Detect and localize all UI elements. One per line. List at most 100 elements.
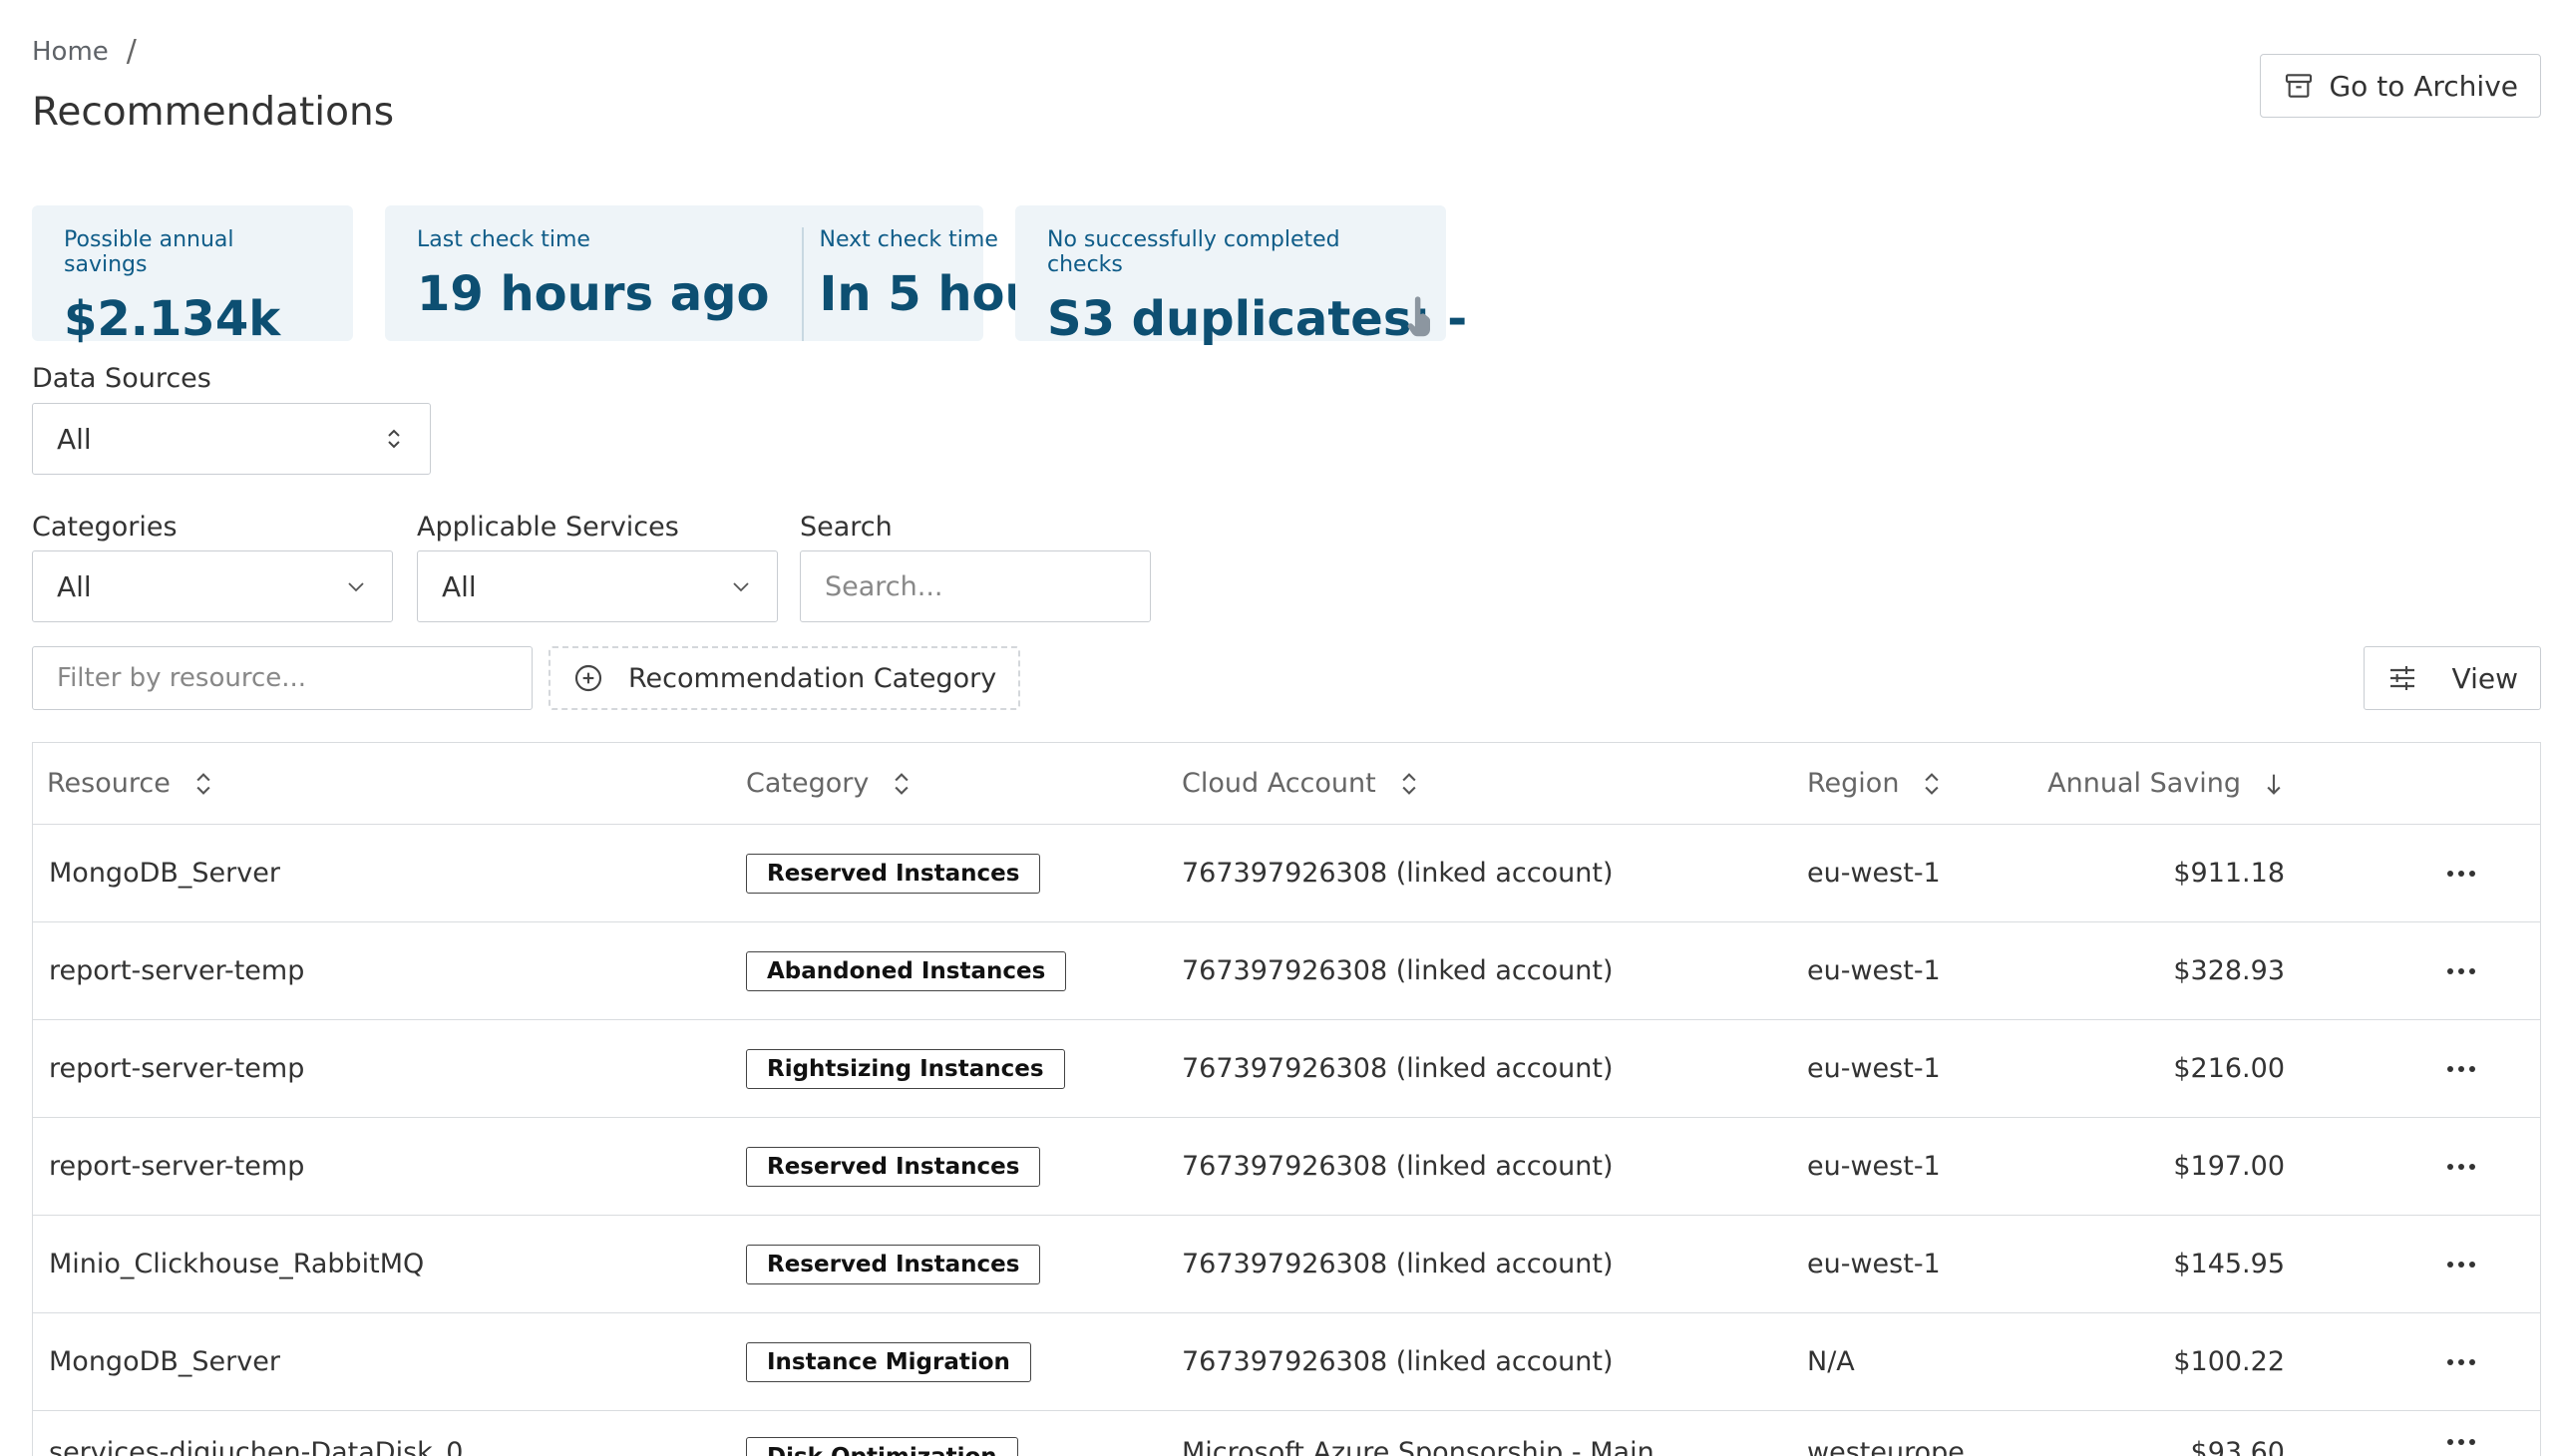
plus-circle-icon	[574, 664, 602, 692]
data-sources-label: Data Sources	[32, 363, 211, 394]
categories-select[interactable]: All	[32, 550, 393, 622]
more-actions-icon[interactable]	[2444, 869, 2478, 879]
page-title: Recommendations	[32, 90, 395, 135]
annual-saving-cell: $328.93	[2173, 955, 2285, 986]
data-sources-select[interactable]: All	[32, 403, 431, 475]
summary-cards: Possible annual savings $2.134k Last che…	[32, 205, 1467, 347]
table-row[interactable]: MongoDB_Server Instance Migration 767397…	[33, 1313, 2540, 1411]
savings-value: $2.134k	[64, 291, 281, 347]
table-header: Resource Category Cloud Account Region A…	[33, 743, 2540, 825]
recommendation-category-filter-button[interactable]: Recommendation Category	[548, 646, 1021, 710]
category-badge: Reserved Instances	[746, 853, 1041, 894]
region-cell: eu-west-1	[1807, 858, 1941, 889]
category-badge: Reserved Instances	[746, 1146, 1041, 1187]
annual-saving-column-header[interactable]: Annual Saving	[2047, 768, 2285, 799]
recommendation-category-label: Recommendation Category	[628, 662, 997, 694]
table-row[interactable]: report-server-temp Reserved Instances 76…	[33, 1118, 2540, 1216]
region-cell: N/A	[1807, 1346, 1855, 1377]
region-cell: westeurope	[1807, 1437, 1965, 1456]
applicable-services-value: All	[442, 569, 477, 603]
view-label: View	[2451, 661, 2518, 695]
table-row[interactable]: Minio_Clickhouse_RabbitMQ Reserved Insta…	[33, 1216, 2540, 1313]
resource-cell[interactable]: report-server-temp	[33, 955, 726, 986]
cloud-account-header-label: Cloud Account	[1182, 768, 1376, 799]
applicable-services-select[interactable]: All	[417, 550, 778, 622]
applicable-services-label: Applicable Services	[417, 512, 679, 543]
cloud-account-cell: 767397926308 (linked account)	[1182, 955, 1614, 986]
go-to-archive-label: Go to Archive	[2329, 69, 2518, 103]
archive-icon	[2286, 74, 2313, 98]
more-actions-icon[interactable]	[2444, 1260, 2478, 1270]
resource-cell[interactable]: services-digiuchen-DataDisk_0	[33, 1437, 726, 1456]
resource-column-header[interactable]: Resource	[47, 768, 726, 799]
sort-icon	[1402, 772, 1416, 795]
breadcrumb: Home /	[32, 34, 137, 69]
more-actions-icon[interactable]	[2444, 966, 2478, 976]
check-time-card: Last check time 19 hours ago Next check …	[385, 205, 1091, 341]
savings-card: Possible annual savings $2.134k	[32, 205, 353, 347]
more-actions-icon[interactable]	[2444, 1064, 2478, 1074]
last-check-section: Last check time 19 hours ago	[385, 227, 802, 341]
category-badge: Rightsizing Instances	[746, 1048, 1065, 1089]
annual-saving-cell: $911.18	[2173, 858, 2285, 889]
resource-cell[interactable]: report-server-temp	[33, 1053, 726, 1084]
s3-duplicates-value: S3 duplicates: -	[1047, 291, 1468, 347]
cloud-account-cell: 767397926308 (linked account)	[1182, 1249, 1614, 1279]
category-header-label: Category	[746, 768, 870, 799]
annual-saving-cell: $197.00	[2173, 1151, 2285, 1182]
sort-descending-icon	[2267, 774, 2281, 795]
annual-saving-cell: $145.95	[2173, 1249, 2285, 1279]
sort-icon	[196, 772, 210, 795]
categories-value: All	[57, 569, 92, 603]
region-cell: eu-west-1	[1807, 955, 1941, 986]
cloud-account-cell: 767397926308 (linked account)	[1182, 858, 1614, 889]
search-label: Search	[800, 512, 893, 543]
region-cell: eu-west-1	[1807, 1151, 1941, 1182]
region-header-label: Region	[1807, 768, 1900, 799]
search-input[interactable]	[800, 550, 1151, 622]
savings-label: Possible annual savings	[64, 227, 234, 277]
region-cell: eu-west-1	[1807, 1053, 1941, 1084]
category-badge: Instance Migration	[746, 1341, 1031, 1382]
s3-duplicates-card[interactable]: No successfully completed checks S3 dupl…	[1015, 205, 1467, 347]
category-column-header[interactable]: Category	[746, 768, 1162, 799]
table-row[interactable]: services-digiuchen-DataDisk_0 Disk Optim…	[33, 1411, 2540, 1456]
cloud-account-cell: 767397926308 (linked account)	[1182, 1053, 1614, 1084]
table-row[interactable]: MongoDB_Server Reserved Instances 767397…	[33, 825, 2540, 922]
resource-cell[interactable]: Minio_Clickhouse_RabbitMQ	[33, 1249, 726, 1279]
last-check-value: 19 hours ago	[417, 266, 770, 322]
annual-saving-cell: $93.60	[2190, 1437, 2285, 1456]
view-options-button[interactable]: View	[2363, 646, 2541, 710]
category-badge: Disk Optimization	[746, 1437, 1018, 1456]
breadcrumb-separator: /	[126, 34, 137, 69]
table-row[interactable]: report-server-temp Abandoned Instances 7…	[33, 922, 2540, 1020]
region-column-header[interactable]: Region	[1807, 768, 2040, 799]
cloud-account-cell: 767397926308 (linked account)	[1182, 1346, 1614, 1377]
resource-cell[interactable]: MongoDB_Server	[33, 858, 726, 889]
sort-icon	[895, 772, 909, 795]
region-cell: eu-west-1	[1807, 1249, 1941, 1279]
recommendations-table: Resource Category Cloud Account Region A…	[32, 742, 2541, 1456]
chevron-up-down-icon	[388, 429, 400, 449]
categories-label: Categories	[32, 512, 178, 543]
category-badge: Reserved Instances	[746, 1244, 1041, 1284]
pointer-hand-icon	[1407, 296, 1431, 337]
resource-header-label: Resource	[47, 768, 171, 799]
resource-cell[interactable]: MongoDB_Server	[33, 1346, 726, 1377]
more-actions-icon[interactable]	[2444, 1437, 2478, 1447]
s3-status-label: No successfully completed checks	[1047, 227, 1340, 277]
sort-icon	[1925, 772, 1940, 795]
annual-saving-cell: $216.00	[2173, 1053, 2285, 1084]
cloud-account-column-header[interactable]: Cloud Account	[1182, 768, 1787, 799]
more-actions-icon[interactable]	[2444, 1162, 2478, 1172]
annual-saving-cell: $100.22	[2173, 1346, 2285, 1377]
breadcrumb-home-link[interactable]: Home	[32, 37, 109, 67]
resource-filter-input[interactable]	[32, 646, 533, 710]
resource-cell[interactable]: report-server-temp	[33, 1151, 726, 1182]
table-row[interactable]: report-server-temp Rightsizing Instances…	[33, 1020, 2540, 1118]
cloud-account-cell: 767397926308 (linked account)	[1182, 1151, 1614, 1182]
more-actions-icon[interactable]	[2444, 1357, 2478, 1367]
go-to-archive-button[interactable]: Go to Archive	[2260, 54, 2541, 118]
chevron-down-icon	[348, 582, 364, 592]
last-check-label: Last check time	[417, 227, 590, 252]
